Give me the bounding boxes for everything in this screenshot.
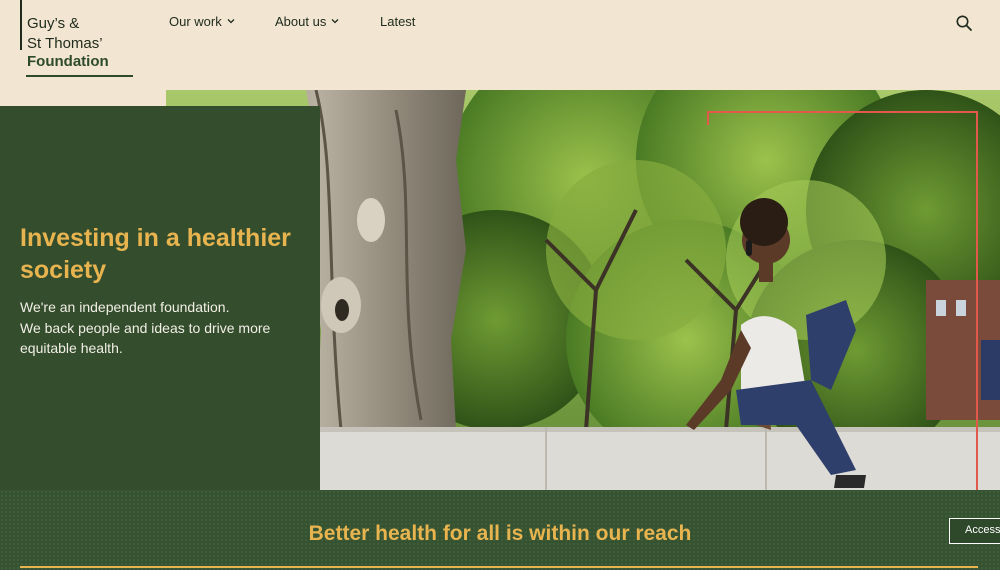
hero-title: Investing in a healthier society xyxy=(20,224,291,284)
hero-description-line-2: We back people and ideas to drive more e… xyxy=(20,319,271,357)
logo-bar xyxy=(20,0,22,50)
nav-our-work-label: Our work xyxy=(169,13,222,29)
logo-underline xyxy=(26,75,133,77)
nav-about-us[interactable]: About us xyxy=(275,12,339,30)
nav-latest[interactable]: Latest xyxy=(380,12,415,30)
accessibility-button[interactable]: Access xyxy=(949,518,1000,544)
foundation-logo[interactable]: Guy’s & St Thomas’ Foundation xyxy=(20,0,133,78)
nav-latest-label: Latest xyxy=(380,13,416,29)
nav-about-us-label: About us xyxy=(275,13,327,29)
chevron-down-icon xyxy=(227,19,235,24)
logo-line-3: Foundation xyxy=(27,53,109,70)
mission-title: Better health for all is within our reac… xyxy=(308,522,692,545)
logo-line-1: Guy’s & xyxy=(27,15,80,32)
chevron-down-icon xyxy=(331,19,339,24)
accent-frame-tick xyxy=(707,111,709,125)
hero-description: We're an independent foundation. We back… xyxy=(20,297,310,359)
nav-our-work[interactable]: Our work xyxy=(169,12,235,30)
site-header: Guy’s & St Thomas’ Foundation Our work A… xyxy=(0,0,1000,90)
logo-line-2: St Thomas’ xyxy=(27,35,103,52)
mission-underline xyxy=(20,566,978,568)
search-icon[interactable] xyxy=(955,14,973,32)
hero-description-line-1: We're an independent foundation. xyxy=(20,299,230,315)
